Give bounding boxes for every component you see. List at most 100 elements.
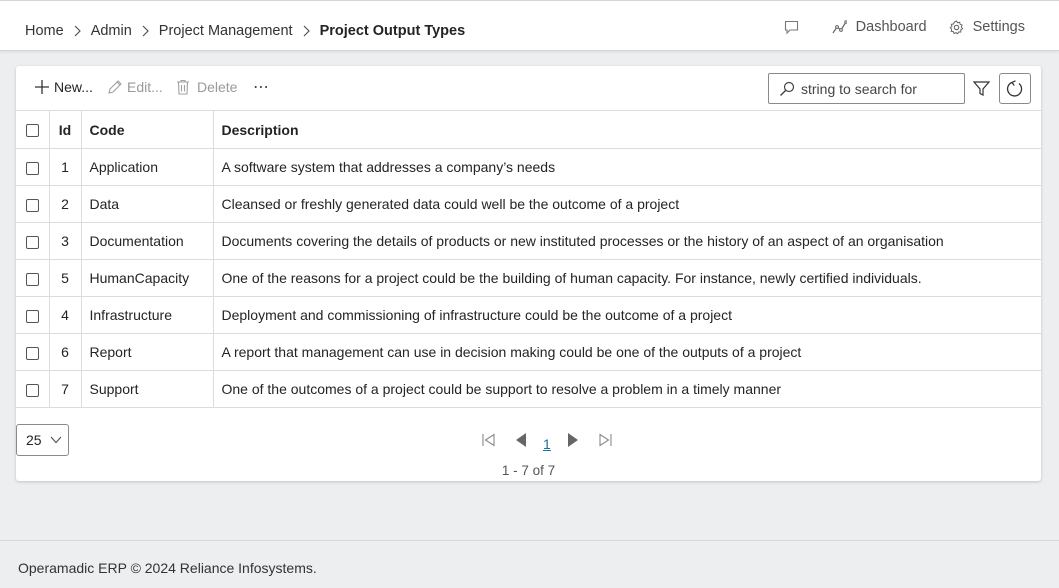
app-header: Home Admin Project Management Project Ou… xyxy=(0,0,1059,51)
last-page-icon xyxy=(597,433,613,447)
gear-icon xyxy=(949,19,965,35)
refresh-icon xyxy=(1006,79,1024,98)
cell-id: 3 xyxy=(48,222,82,260)
page-size-value: 25 xyxy=(26,432,42,448)
refresh-button[interactable] xyxy=(999,73,1031,104)
cell-code: Report xyxy=(80,333,214,371)
row-checkbox[interactable] xyxy=(25,346,39,360)
header-actions: Dashboard Settings xyxy=(784,16,1025,38)
cell-description: Documents covering the details of produc… xyxy=(212,222,1041,260)
dashboard-link[interactable]: Dashboard xyxy=(832,19,927,35)
cell-description: One of the reasons for a project could b… xyxy=(212,259,1041,297)
breadcrumb-project-management[interactable]: Project Management xyxy=(159,23,293,39)
row-select-cell xyxy=(16,148,50,186)
data-grid: Id Code Description 1 Application A softwa… xyxy=(16,110,1041,408)
first-page-icon xyxy=(481,433,497,447)
table-row[interactable]: 7 Support One of the outcomes of a project… xyxy=(16,370,1041,408)
triangle-left-icon xyxy=(515,432,527,448)
grid-card: New... Edit... Delete ⋯ string to search… xyxy=(16,66,1041,481)
cell-code: HumanCapacity xyxy=(80,259,214,297)
settings-link[interactable]: Settings xyxy=(949,19,1025,35)
cell-id: 6 xyxy=(48,333,82,371)
delete-button[interactable]: Delete xyxy=(176,79,237,95)
cell-code: Documentation xyxy=(80,222,214,260)
search-box xyxy=(768,73,965,104)
search-input[interactable] xyxy=(801,80,951,97)
trash-icon xyxy=(176,79,190,95)
pagination: 1 xyxy=(480,430,614,452)
cell-description: A software system that addresses a compa… xyxy=(212,148,1041,186)
row-select-cell xyxy=(16,222,50,260)
cell-id: 5 xyxy=(48,259,82,297)
edit-button[interactable]: Edit... xyxy=(107,79,163,95)
table-row[interactable]: 5 HumanCapacity One of the reasons for a p… xyxy=(16,259,1041,297)
dashboard-label: Dashboard xyxy=(855,19,927,35)
row-checkbox[interactable] xyxy=(25,383,39,397)
row-select-cell xyxy=(16,259,50,297)
page-size-select[interactable]: 25 xyxy=(16,424,69,456)
breadcrumb-admin[interactable]: Admin xyxy=(91,23,132,39)
pencil-icon xyxy=(107,79,123,95)
cell-description: Deployment and commissioning of infrastr… xyxy=(212,296,1041,334)
chevron-right-icon xyxy=(142,25,149,37)
cell-description: A report that management can use in deci… xyxy=(212,333,1041,371)
chevron-right-icon xyxy=(303,25,310,37)
row-checkbox[interactable] xyxy=(25,161,39,175)
page-number-current[interactable]: 1 xyxy=(543,436,551,452)
table-header-row: Id Code Description xyxy=(16,110,1041,149)
table-row[interactable]: 2 Data Cleansed or freshly generated data … xyxy=(16,185,1041,223)
chart-line-icon xyxy=(832,19,848,35)
row-select-cell xyxy=(16,333,50,371)
table-row[interactable]: 6 Report A report that management can use … xyxy=(16,333,1041,371)
new-button[interactable]: New... xyxy=(34,79,93,95)
column-header-description[interactable]: Description xyxy=(212,110,1041,149)
next-page-button[interactable] xyxy=(564,431,582,449)
filter-button[interactable] xyxy=(970,76,992,100)
cell-id: 2 xyxy=(48,185,82,223)
breadcrumb-current-page: Project Output Types xyxy=(319,23,466,39)
row-checkbox[interactable] xyxy=(25,198,39,212)
row-select-cell xyxy=(16,296,50,334)
new-button-label: New... xyxy=(54,79,93,95)
plus-icon xyxy=(34,79,50,95)
chat-icon xyxy=(784,19,800,35)
last-page-button[interactable] xyxy=(596,431,614,449)
table-row[interactable]: 3 Documentation Documents covering the det… xyxy=(16,222,1041,260)
row-select-cell xyxy=(16,370,50,408)
select-all-checkbox[interactable] xyxy=(25,124,39,138)
cell-id: 7 xyxy=(48,370,82,408)
chevron-right-icon xyxy=(74,25,81,37)
row-checkbox[interactable] xyxy=(25,235,39,249)
table-body: 1 Application A software system that addre… xyxy=(16,148,1041,408)
settings-label: Settings xyxy=(972,19,1025,35)
cell-description: One of the outcomes of a project could b… xyxy=(212,370,1041,408)
copyright-text: Operamadic ERP © 2024 Reliance Infosyste… xyxy=(18,560,317,576)
cell-description: Cleansed or freshly generated data could… xyxy=(212,185,1041,223)
grid-toolbar: New... Edit... Delete ⋯ xyxy=(16,66,1041,110)
chevron-down-icon xyxy=(50,436,62,444)
page-info: 1 - 7 of 7 xyxy=(501,463,556,478)
row-checkbox[interactable] xyxy=(25,272,39,286)
table-row[interactable]: 4 Infrastructure Deployment and commission… xyxy=(16,296,1041,334)
search-icon xyxy=(779,81,795,97)
previous-page-button[interactable] xyxy=(512,431,530,449)
cell-code: Infrastructure xyxy=(80,296,214,334)
more-actions-button[interactable]: ⋯ xyxy=(253,77,269,97)
row-select-cell xyxy=(16,185,50,223)
delete-button-label: Delete xyxy=(197,79,238,95)
feedback-button[interactable] xyxy=(784,19,800,35)
edit-button-label: Edit... xyxy=(127,79,163,95)
cell-code: Support xyxy=(80,370,214,408)
cell-code: Application xyxy=(80,148,214,186)
breadcrumb-home[interactable]: Home xyxy=(25,23,64,39)
cell-id: 4 xyxy=(48,296,82,334)
table-row[interactable]: 1 Application A software system that addre… xyxy=(16,148,1041,186)
column-header-id[interactable]: Id xyxy=(48,110,82,149)
triangle-right-icon xyxy=(567,432,579,448)
breadcrumb: Home Admin Project Management Project Ou… xyxy=(25,21,465,41)
select-all-cell xyxy=(16,110,50,149)
row-checkbox[interactable] xyxy=(25,309,39,323)
cell-code: Data xyxy=(80,185,214,223)
column-header-code[interactable]: Code xyxy=(80,110,214,149)
first-page-button[interactable] xyxy=(480,431,498,449)
